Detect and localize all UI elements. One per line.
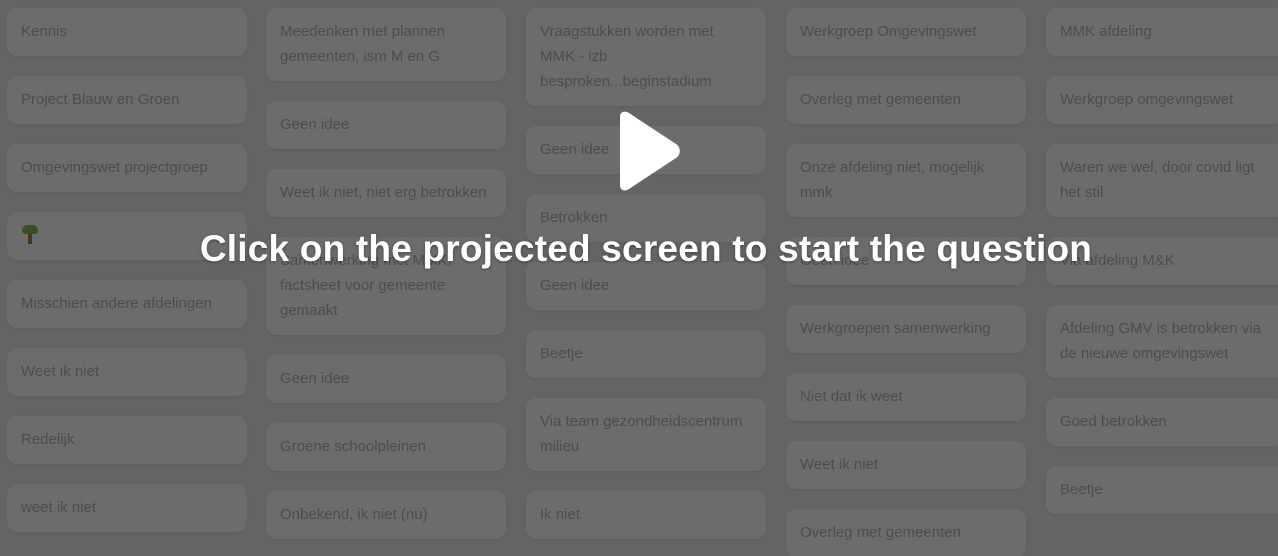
start-question-prompt[interactable]: Click on the projected screen to start t…: [0, 228, 1278, 270]
play-icon[interactable]: [612, 111, 682, 191]
start-question-overlay[interactable]: Click on the projected screen to start t…: [0, 0, 1278, 556]
